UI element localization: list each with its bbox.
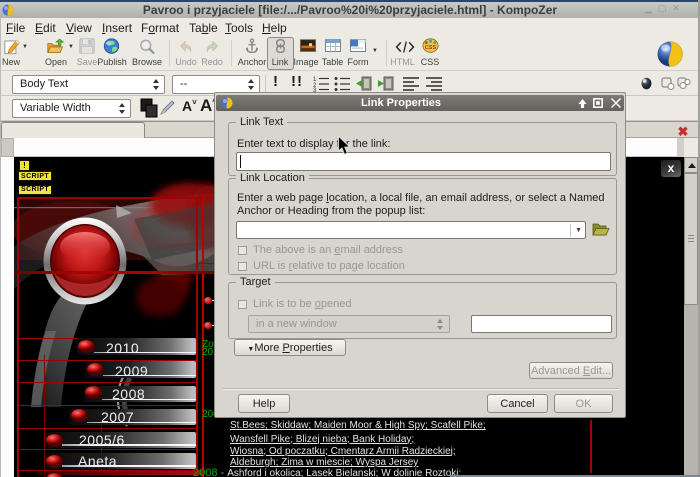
svg-text:CSS: CSS xyxy=(425,45,437,51)
